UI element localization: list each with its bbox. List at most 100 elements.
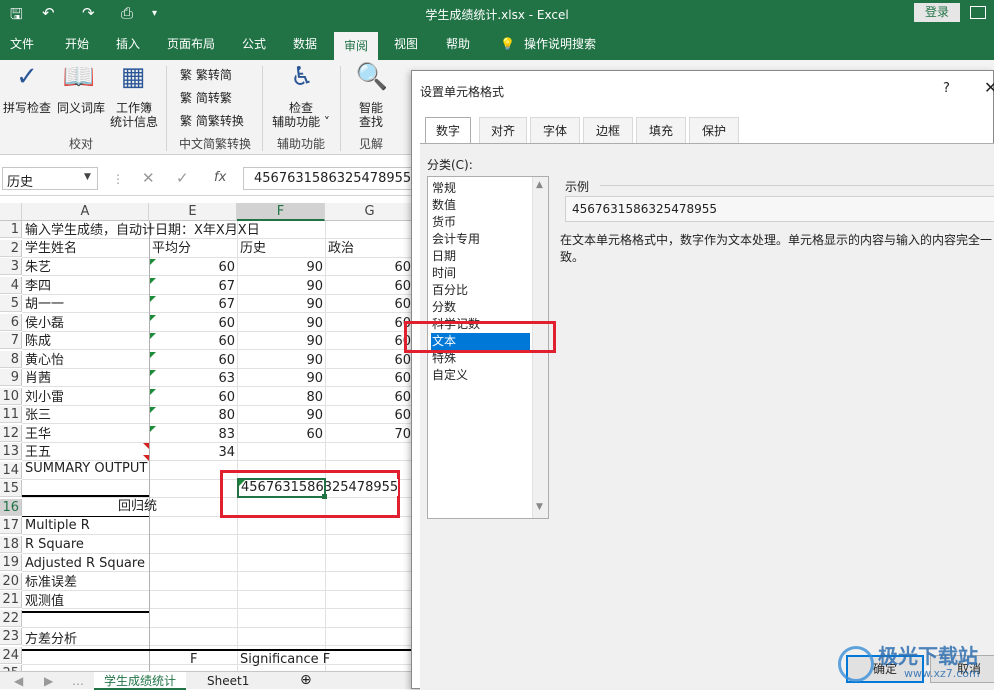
- tab-protection[interactable]: 保护: [689, 117, 739, 143]
- simp-to-trad-button[interactable]: 繁 简转繁: [180, 91, 232, 105]
- cell-e25[interactable]: F: [190, 651, 197, 668]
- row-header[interactable]: 6: [0, 313, 22, 331]
- row-header[interactable]: 16: [0, 498, 22, 516]
- row-header[interactable]: 20: [0, 572, 22, 590]
- smart-lookup-button[interactable]: 智能 查找: [350, 101, 392, 129]
- tab-file[interactable]: 文件: [4, 28, 40, 60]
- cell-politics[interactable]: [325, 444, 411, 461]
- row-header[interactable]: 9: [0, 369, 22, 386]
- cell-politics[interactable]: 70: [325, 426, 411, 443]
- spell-check-button[interactable]: 拼写检查: [2, 101, 52, 115]
- row-header[interactable]: 4: [0, 276, 22, 294]
- cell-f2[interactable]: 历史: [240, 240, 266, 257]
- cell-history[interactable]: [237, 444, 323, 461]
- cell-history[interactable]: 90: [237, 333, 323, 350]
- category-item[interactable]: 分数: [431, 299, 530, 316]
- row-header[interactable]: 14: [0, 461, 22, 479]
- category-item[interactable]: 会计专用: [431, 231, 530, 248]
- row-header[interactable]: 8: [0, 350, 22, 368]
- cell-student-name[interactable]: 陈成: [25, 333, 51, 350]
- chinese-conversion-button[interactable]: 繁 简繁转换: [180, 114, 244, 128]
- cell-student-name[interactable]: 王五: [25, 444, 51, 461]
- sheet-tab-active[interactable]: 学生成绩统计: [94, 672, 187, 690]
- category-item[interactable]: 自定义: [431, 367, 530, 384]
- row-header[interactable]: 19: [0, 554, 22, 571]
- more-sheets-icon[interactable]: …: [62, 672, 94, 690]
- cell-a1[interactable]: 输入学生成绩，自动计日期：X年X月X日: [25, 222, 260, 239]
- cell-politics[interactable]: 60: [325, 370, 411, 387]
- column-header-g[interactable]: G: [325, 203, 412, 221]
- cell-student-name[interactable]: 李四: [25, 278, 51, 295]
- scroll-left-icon[interactable]: ◀: [4, 672, 33, 690]
- row-header[interactable]: 13: [0, 443, 22, 460]
- category-item[interactable]: 常规: [431, 180, 530, 197]
- row-header[interactable]: 24: [0, 646, 22, 664]
- select-all-corner[interactable]: [0, 203, 22, 221]
- cell-politics[interactable]: 60: [325, 259, 411, 276]
- cell-history[interactable]: 90: [237, 259, 323, 276]
- tab-view[interactable]: 视图: [388, 28, 424, 60]
- accessibility-check-button[interactable]: 检查 辅助功能 ˅: [268, 101, 334, 129]
- cell-student-name[interactable]: 王华: [25, 426, 51, 443]
- row-header[interactable]: 15: [0, 480, 22, 497]
- cell-a2[interactable]: 学生姓名: [25, 240, 77, 257]
- scroll-down-icon[interactable]: ▼: [536, 502, 543, 512]
- cell-history[interactable]: 90: [237, 296, 323, 313]
- row-header[interactable]: 22: [0, 609, 22, 627]
- row-header[interactable]: 1: [0, 221, 22, 238]
- help-icon[interactable]: ?: [943, 81, 950, 96]
- cell-student-name[interactable]: 朱艺: [25, 259, 51, 276]
- cell-student-name[interactable]: 张三: [25, 407, 51, 424]
- tell-me-search[interactable]: 操作说明搜索: [518, 28, 602, 60]
- tab-data[interactable]: 数据: [287, 28, 323, 60]
- cell-student-name[interactable]: 肖茜: [25, 370, 51, 387]
- tab-insert[interactable]: 插入: [110, 28, 146, 60]
- cell-politics[interactable]: 60: [325, 407, 411, 424]
- cell-student-name[interactable]: 刘小雷: [25, 389, 64, 406]
- worksheet-grid[interactable]: A E F G 1 2 3 4 5 6 7 8 9 10 11 12 13 14 15 16 17 18 19 20 2…: [0, 203, 412, 671]
- cell-student-name[interactable]: 胡一一: [25, 296, 64, 313]
- cell-a24[interactable]: 方差分析: [25, 631, 77, 648]
- close-icon[interactable]: ✕: [984, 78, 994, 97]
- cell-politics[interactable]: 60: [325, 278, 411, 295]
- fill-handle[interactable]: [322, 494, 327, 499]
- cell-history[interactable]: 60: [237, 426, 323, 443]
- tab-alignment[interactable]: 对齐: [479, 117, 527, 143]
- cell-g2[interactable]: 政治: [328, 240, 354, 257]
- tab-page-layout[interactable]: 页面布局: [161, 28, 221, 60]
- row-header[interactable]: 5: [0, 295, 22, 312]
- cell-history[interactable]: 90: [237, 352, 323, 369]
- cell-e2[interactable]: 平均分: [152, 240, 191, 257]
- tab-home[interactable]: 开始: [59, 28, 95, 60]
- ribbon-display-options-icon[interactable]: [970, 6, 986, 19]
- cell-a15[interactable]: SUMMARY OUTPUT: [25, 460, 147, 477]
- category-item[interactable]: 时间: [431, 265, 530, 282]
- cell-average[interactable]: 63: [149, 370, 235, 387]
- cell-student-name[interactable]: 侯小磊: [25, 315, 64, 332]
- scroll-right-icon[interactable]: ▶: [34, 672, 63, 690]
- cell-politics[interactable]: 60: [325, 389, 411, 406]
- cell-a17[interactable]: 回归统: [118, 498, 157, 515]
- add-sheet-icon[interactable]: ⊕: [290, 672, 322, 690]
- category-item[interactable]: 货币: [431, 214, 530, 231]
- cell-average[interactable]: 80: [149, 407, 235, 424]
- insert-function-icon[interactable]: fx: [214, 170, 226, 185]
- name-box-dropdown-icon[interactable]: ▼: [84, 172, 91, 182]
- tab-formulas[interactable]: 公式: [236, 28, 272, 60]
- row-header[interactable]: 12: [0, 424, 22, 442]
- workbook-statistics-button[interactable]: 工作簿 统计信息: [108, 101, 160, 129]
- cell-a22[interactable]: 观测值: [25, 593, 64, 610]
- tab-number[interactable]: 数字: [425, 117, 471, 144]
- tab-help[interactable]: 帮助: [440, 28, 476, 60]
- category-item[interactable]: 百分比: [431, 282, 530, 299]
- cell-politics[interactable]: 60: [325, 315, 411, 332]
- row-header[interactable]: 18: [0, 535, 22, 553]
- row-header[interactable]: 3: [0, 258, 22, 275]
- cell-average[interactable]: 67: [149, 296, 235, 313]
- row-header[interactable]: 17: [0, 517, 22, 534]
- cell-average[interactable]: 83: [149, 426, 235, 443]
- cell-average[interactable]: 67: [149, 278, 235, 295]
- cell-history[interactable]: 90: [237, 370, 323, 387]
- tab-border[interactable]: 边框: [583, 117, 633, 143]
- cell-student-name[interactable]: 黄心怡: [25, 352, 64, 369]
